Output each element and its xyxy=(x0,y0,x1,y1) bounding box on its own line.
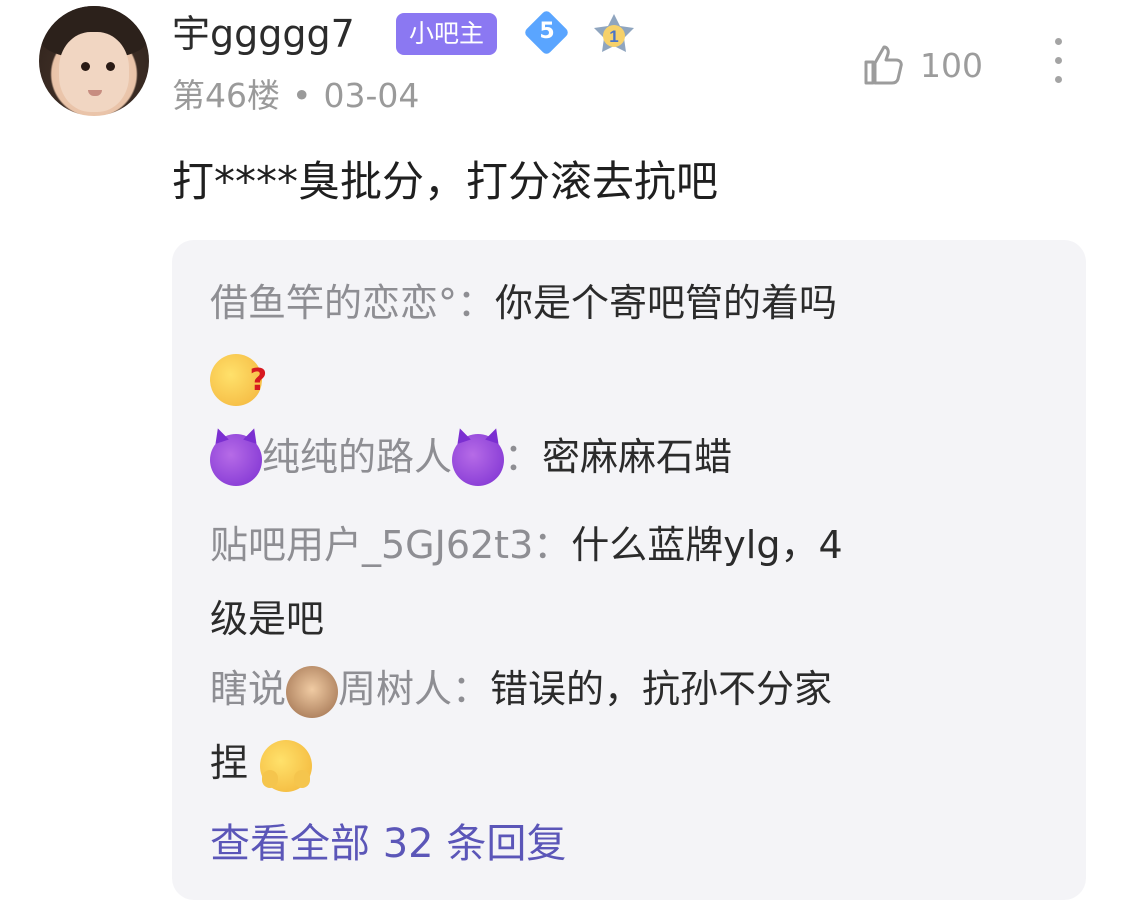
reply-author[interactable]: 纯纯的路人 xyxy=(262,435,452,479)
admin-badge: 小吧主 xyxy=(396,13,498,55)
reply-text: 捏 xyxy=(210,741,249,785)
reply-author[interactable]: 贴吧用户_5GJ62t3 xyxy=(210,523,533,567)
see-no-evil-monkey-emoji xyxy=(286,665,339,718)
reply-colon: ： xyxy=(533,523,572,567)
like-count: 100 xyxy=(920,45,983,85)
meta-dot: • xyxy=(292,76,312,115)
reply-item[interactable]: 瞎说 周树人：错误的，抗孙不分家 捏 xyxy=(210,652,1050,800)
reply-colon: ： xyxy=(504,435,543,479)
avatar-eye xyxy=(106,62,115,71)
reply-text: 密麻麻石蜡 xyxy=(542,435,733,479)
reply-text: 什么蓝牌ylg，4 xyxy=(571,523,843,567)
post-date: 03-04 xyxy=(323,76,420,115)
more-vertical-icon[interactable] xyxy=(1050,38,1066,88)
reply-colon: ： xyxy=(452,667,491,711)
level-badge-icon: 5 xyxy=(522,9,578,56)
like-button[interactable]: 100 xyxy=(860,40,983,90)
avatar[interactable] xyxy=(39,6,149,116)
avatar-face xyxy=(59,32,129,112)
reply-colon: ： xyxy=(457,281,496,325)
avatar-eye xyxy=(81,62,90,71)
reply-item[interactable]: 贴吧用户_5GJ62t3：什么蓝牌ylg，4 级是吧 xyxy=(210,508,1050,656)
reply-preview-box[interactable]: 借鱼竿的恋恋°：你是个寄吧管的着吗 纯纯的路人：密麻麻石蜡 贴吧用户_5GJ62… xyxy=(172,240,1086,900)
post-content: 打****臭批分，打分滚去抗吧 xyxy=(172,157,719,206)
reply-author[interactable]: 周树人 xyxy=(338,667,452,711)
hugging-face-emoji xyxy=(260,739,313,792)
reply-item[interactable]: 借鱼竿的恋恋°：你是个寄吧管的着吗 xyxy=(210,266,1050,418)
floor-label: 第46楼 xyxy=(172,76,280,115)
level-number: 5 xyxy=(539,19,555,44)
reply-text: 你是个寄吧管的着吗 xyxy=(495,281,838,325)
smiling-devil-emoji xyxy=(210,433,262,486)
view-all-replies-link[interactable]: 查看全部 32 条回复 xyxy=(210,808,566,880)
reply-author[interactable]: 借鱼竿的恋恋° xyxy=(210,281,457,325)
rank-number: 1 xyxy=(609,27,618,46)
rank-one-icon: 1 xyxy=(590,12,638,56)
username[interactable]: 宇ggggg7 xyxy=(172,12,355,56)
thinking-face-emoji xyxy=(210,344,267,418)
reply-text: 级是吧 xyxy=(210,597,325,641)
smiling-devil-emoji xyxy=(452,433,505,486)
post-meta: 第46楼 • 03-04 xyxy=(172,76,419,116)
thumb-up-icon xyxy=(864,45,903,85)
reply-author[interactable]: 瞎说 xyxy=(210,667,286,711)
reply-text: 错误的，抗孙不分家 xyxy=(490,667,833,711)
reply-item[interactable]: 纯纯的路人 ：密麻麻石蜡 xyxy=(210,420,1050,494)
